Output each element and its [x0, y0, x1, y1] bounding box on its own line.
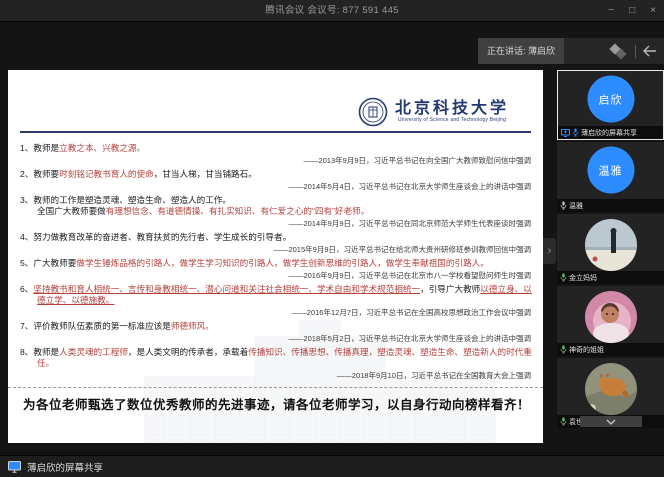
- avatar-photo-baby: [585, 291, 637, 343]
- quote-item-1: 1、教师是立教之本、兴教之源。 ——2013年9月9日，习近平总书记在向全国广大…: [20, 143, 533, 165]
- participant-name-strip: 金立妈妈: [557, 271, 664, 284]
- view-controls: [564, 38, 664, 64]
- quote-attribution: ——2016年9月9日，习近平总书记在北京市八一学校看望慰问师生时强调: [20, 271, 531, 280]
- mic-icon: [560, 345, 567, 354]
- university-name-en: University of Science and Technology Bei…: [398, 117, 506, 124]
- participant-name: 金立妈妈: [569, 273, 597, 283]
- video-tile-qixin[interactable]: 启欣 薄启欣的屏幕共享: [557, 70, 664, 140]
- screen-share-status-label: 薄启欣的屏幕共享: [27, 460, 103, 474]
- mic-icon: [572, 128, 579, 137]
- participant-sidebar: 启欣 薄启欣的屏幕共享 温雅 温雅: [557, 70, 664, 430]
- quote-item-4: 4、努力做教育改革的奋进者、教育扶贫的先行者、学生成长的引导者。 ——2015年…: [20, 232, 533, 254]
- quote-text: 4、努力做教育改革的奋进者、教育扶贫的先行者、学生成长的引导者。: [20, 232, 291, 242]
- quote-list: 1、教师是立教之本、兴教之源。 ——2013年9月9日，习近平总书记在向全国广大…: [20, 143, 533, 380]
- quote-item-2: 2、教师要时刻铭记教书育人的使命，甘当人梯，甘当铺路石。 ——2014年5月4日…: [20, 169, 533, 191]
- video-tile-jinli-mama[interactable]: 金立妈妈: [557, 214, 664, 284]
- quote-attribution: ——2018年5月2日，习近平总书记在北京大学师生座谈会上的讲话中强调: [20, 334, 531, 343]
- participant-name: 神奇的姐姐: [569, 345, 604, 355]
- bottom-statusbar: 薄启欣的屏幕共享: [0, 455, 664, 477]
- collapse-arrow-icon[interactable]: [643, 45, 657, 57]
- video-tile-shenqi-jiejie[interactable]: 神奇的姐姐: [557, 286, 664, 356]
- quote-attribution: ——2014年9月9日，习近平总书记在同北京师范大学师生代表座谈时强调: [20, 219, 531, 228]
- quote-text-emphasis: 师德师风。: [171, 321, 214, 331]
- university-emblem-icon: [358, 97, 388, 127]
- window-controls: − □ ×: [608, 0, 656, 22]
- quote-text: ，引导广大教师: [420, 284, 480, 294]
- avatar-photo-fox: [585, 363, 637, 415]
- quote-text: 6、: [20, 284, 33, 294]
- minimize-icon[interactable]: −: [608, 6, 614, 16]
- quote-item-5: 5、广大教师要做学生锤炼品格的引路人，做学生学习知识的引路人，做学生创新思维的引…: [20, 258, 533, 280]
- window-titlebar: 腾讯会议 会议号: 877 591 445 − □ ×: [0, 0, 664, 22]
- video-tile-yuanshikai[interactable]: 袁世凯: [557, 358, 664, 428]
- avatar: 启欣: [587, 76, 634, 123]
- quote-text: 2、教师要: [20, 169, 59, 179]
- slide-header-rule: [20, 131, 531, 133]
- quote-attribution: ——2015年9月9日，习近平总书记在给北师大贵州研修班参训教师回信中强调: [20, 245, 531, 254]
- quote-text: ，甘当人梯，甘当铺路石。: [154, 169, 257, 179]
- shared-screen-slide: 北京科技大学 University of Science and Technol…: [8, 70, 543, 443]
- quote-attribution: ——2016年12月7日，习近平总书记在全国高校思想政治工作会议中强调: [20, 308, 531, 317]
- dashed-divider: [8, 387, 543, 388]
- window-title: 腾讯会议 会议号: 877 591 445: [0, 0, 664, 21]
- quote-text: 7、评价教师队伍素质的第一标准应该是: [20, 321, 171, 331]
- participant-name: 薄启欣的屏幕共享: [581, 128, 637, 138]
- quote-text-emphasis: 立教之本、兴教之源。: [59, 143, 145, 153]
- quote-attribution: ——2018年9月10日，习近平总书记在全国教育大会上强调: [20, 371, 531, 380]
- speaking-now-label: 正在讲话: 薄启欣: [478, 38, 564, 64]
- speaking-indicator-bar: 正在讲话: 薄启欣: [478, 38, 664, 64]
- avatar-photo-beach: [585, 219, 637, 271]
- quote-item-3: 3、教师的工作是塑造灵魂、塑造生命、塑造人的工作。 全国广大教师要做有理想信念、…: [20, 195, 533, 228]
- participant-name-strip: 神奇的姐姐: [557, 343, 664, 356]
- university-name-cn: 北京科技大学: [395, 100, 509, 117]
- participant-name-strip: 温雅: [557, 199, 664, 212]
- participant-name-strip: 薄启欣的屏幕共享: [558, 126, 663, 139]
- quote-item-7: 7、评价教师队伍素质的第一标准应该是师德师风。 ——2018年5月2日，习近平总…: [20, 321, 533, 343]
- close-icon[interactable]: ×: [650, 6, 656, 16]
- quote-item-8: 8、教师是人类灵魂的工程师，是人类文明的传承者，承载着传播知识、传播思想、传播真…: [20, 347, 533, 380]
- quote-attribution: ——2014年5月4日，习近平总书记在北京大学师生座谈会上的讲话中强调: [20, 182, 531, 191]
- video-tile-wenya[interactable]: 温雅 温雅: [557, 142, 664, 212]
- quote-text-emphasis: 坚持教书和育人相统一、言传和身教相统一、潜心问道和关注社会相统一、学术自由和学术…: [33, 284, 420, 294]
- divider: [635, 45, 636, 58]
- mic-icon: [560, 417, 567, 426]
- quote-text: ，是人类文明的传承者，承载着: [128, 347, 248, 357]
- slide-footer-text: 为各位老师甄选了数位优秀教师的先进事迹，请各位老师学习，以自身行动向榜样看齐！: [20, 397, 533, 413]
- avatar: 温雅: [587, 147, 634, 194]
- quote-text: 5、广大教师要: [20, 258, 76, 268]
- maximize-icon[interactable]: □: [629, 6, 635, 16]
- quote-text-emphasis: 人类灵魂的工程师: [59, 347, 128, 357]
- participant-name: 温雅: [569, 201, 583, 211]
- sidebar-collapse-chevron[interactable]: ›: [543, 238, 556, 264]
- quote-text: 8、教师是: [20, 347, 59, 357]
- chevron-down-icon[interactable]: [580, 416, 642, 427]
- quote-item-6: 6、坚持教书和育人相统一、言传和身教相统一、潜心问道和关注社会相统一、学术自由和…: [20, 284, 533, 317]
- university-logo: 北京科技大学 University of Science and Technol…: [20, 96, 509, 128]
- quote-text-emphasis: 做学生锤炼品格的引路人，做学生学习知识的引路人，做学生创新思维的引路人，做学生奉…: [76, 258, 489, 268]
- quote-text: 1、教师是: [20, 143, 59, 153]
- screen-share-status-icon: [8, 461, 21, 473]
- mic-icon: [560, 201, 567, 210]
- quote-text-emphasis: 时刻铭记教书育人的使命: [59, 169, 154, 179]
- quote-attribution: ——2013年9月9日，习近平总书记在向全国广大教师致慰问信中强调: [20, 156, 531, 165]
- gallery-view-icon[interactable]: [610, 44, 628, 59]
- mic-icon: [560, 273, 567, 282]
- quote-text-emphasis: 有理想信念、有道德情操、有扎实知识、有仁爱之心的“四有”好老师。: [106, 206, 370, 216]
- screen-share-icon: [561, 129, 570, 137]
